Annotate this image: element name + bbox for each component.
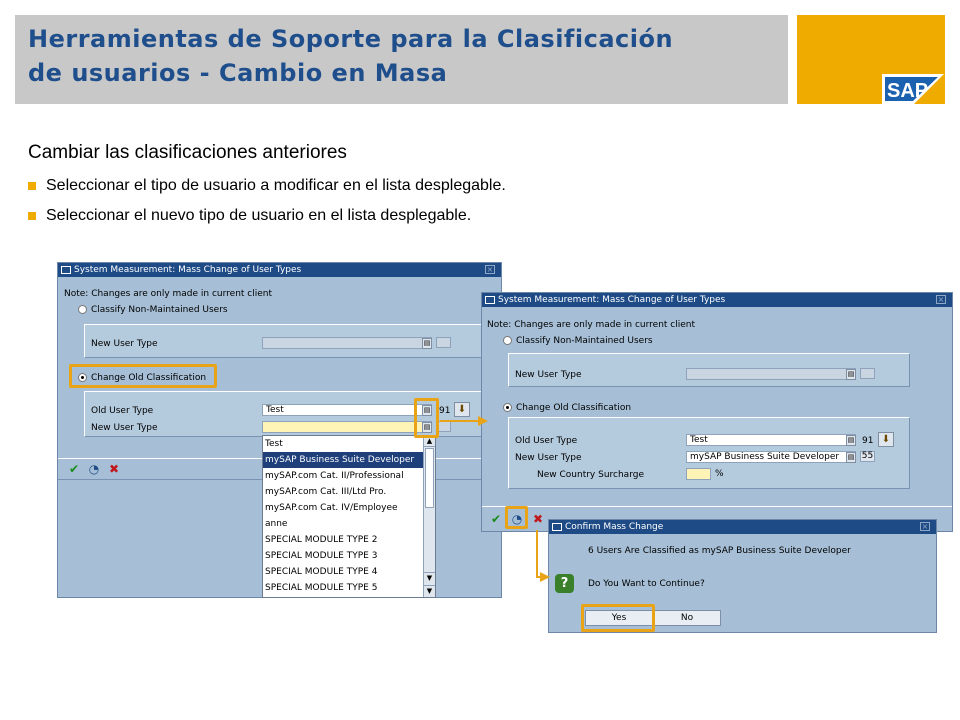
connector-arrows <box>440 416 550 582</box>
